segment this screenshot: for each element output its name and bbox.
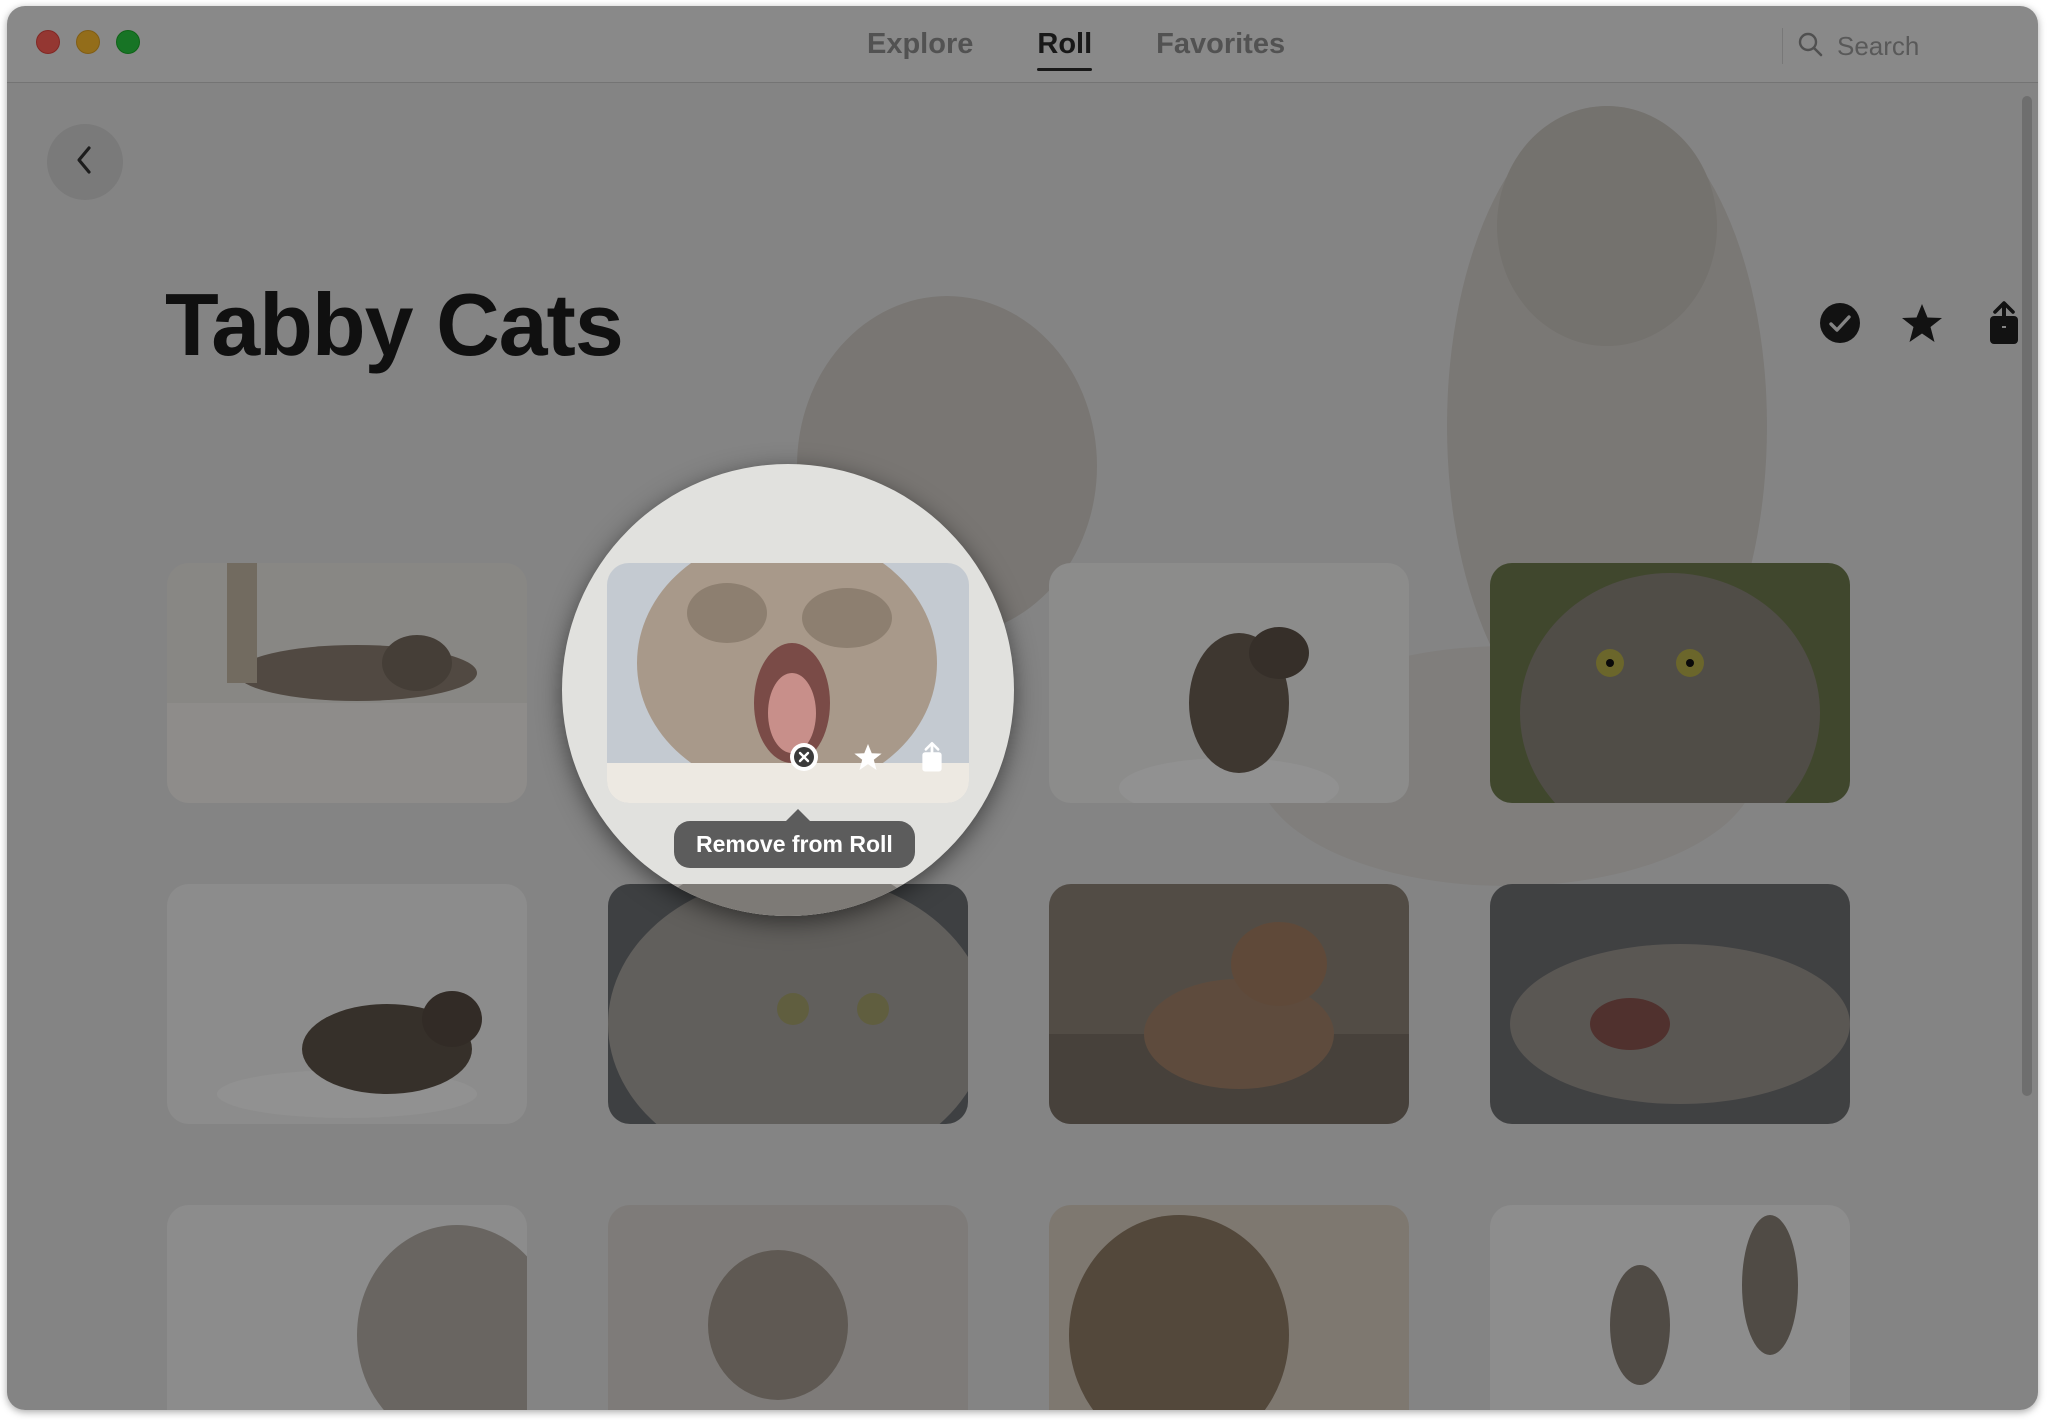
silver-tabby-portrait-image [608,884,968,1124]
fluffy-kitten-image [608,1205,968,1410]
photo-thumbnail[interactable] [1049,563,1409,803]
magnifier-callout: Remove from Roll [562,464,1014,916]
favorite-photo-button[interactable] [853,742,883,777]
checkmark-circle-icon [1819,302,1861,349]
kitten-on-chair-image [1049,563,1409,803]
photo-thumbnail[interactable] [1049,1205,1409,1410]
title-bar: Explore Roll Favorites [7,6,2038,83]
search-field[interactable] [1782,28,2022,64]
search-input[interactable] [1835,29,2009,63]
app-window: Explore Roll Favorites Tabby Cats [7,6,2038,1410]
share-photo-button[interactable] [917,741,947,774]
tab-favorites[interactable]: Favorites [1156,28,1285,61]
star-icon [853,742,883,777]
photo-thumbnail[interactable] [1490,1205,1850,1410]
zoom-window-button[interactable] [116,30,140,54]
nav-tabs: Explore Roll Favorites [867,6,1285,82]
photo-thumbnail[interactable] [167,563,527,803]
share-icon [1988,300,2020,351]
photo-hover-actions [789,741,947,777]
favorite-button[interactable] [1901,302,1943,348]
share-icon [921,741,943,778]
vertical-scrollbar[interactable] [2022,96,2032,1096]
kitten-lying-on-floor-image [1049,884,1409,1124]
photo-thumbnail[interactable] [167,1205,527,1410]
cat-profile-image [167,1205,527,1410]
photo-thumbnail[interactable] [1490,563,1850,803]
header-actions [1819,300,2025,351]
page-title: Tabby Cats [165,275,624,374]
tabby-face-closeup-image [1490,563,1850,803]
photo-thumbnail[interactable] [608,1205,968,1410]
photo-thumbnail[interactable] [608,884,968,1124]
photo-thumbnail[interactable] [1049,884,1409,1124]
close-window-button[interactable] [36,30,60,54]
focused-photo-thumbnail[interactable] [607,563,969,803]
search-icon [1797,31,1823,62]
two-kittens-jumping-image [1490,1205,1850,1410]
photo-thumbnail[interactable] [167,884,527,1124]
tabby-kitten-looking-up-image [1049,1205,1409,1410]
photo-thumbnail[interactable] [1490,884,1850,1124]
cat-on-white-chair-image [167,884,527,1124]
tab-explore[interactable]: Explore [867,28,973,61]
next-row-photo-preview [607,884,969,916]
cat-lying-on-blanket-image [167,563,527,803]
tab-roll[interactable]: Roll [1037,28,1092,71]
star-icon [1900,302,1944,349]
share-button[interactable] [1983,300,2025,351]
select-button[interactable] [1819,302,1861,348]
tooltip: Remove from Roll [674,809,915,868]
cat-yawning-lying-image [1490,884,1850,1124]
remove-from-roll-button[interactable] [789,742,819,777]
remove-circle-icon [789,742,819,777]
back-button[interactable] [47,124,123,200]
chevron-left-icon [73,144,97,181]
minimize-window-button[interactable] [76,30,100,54]
